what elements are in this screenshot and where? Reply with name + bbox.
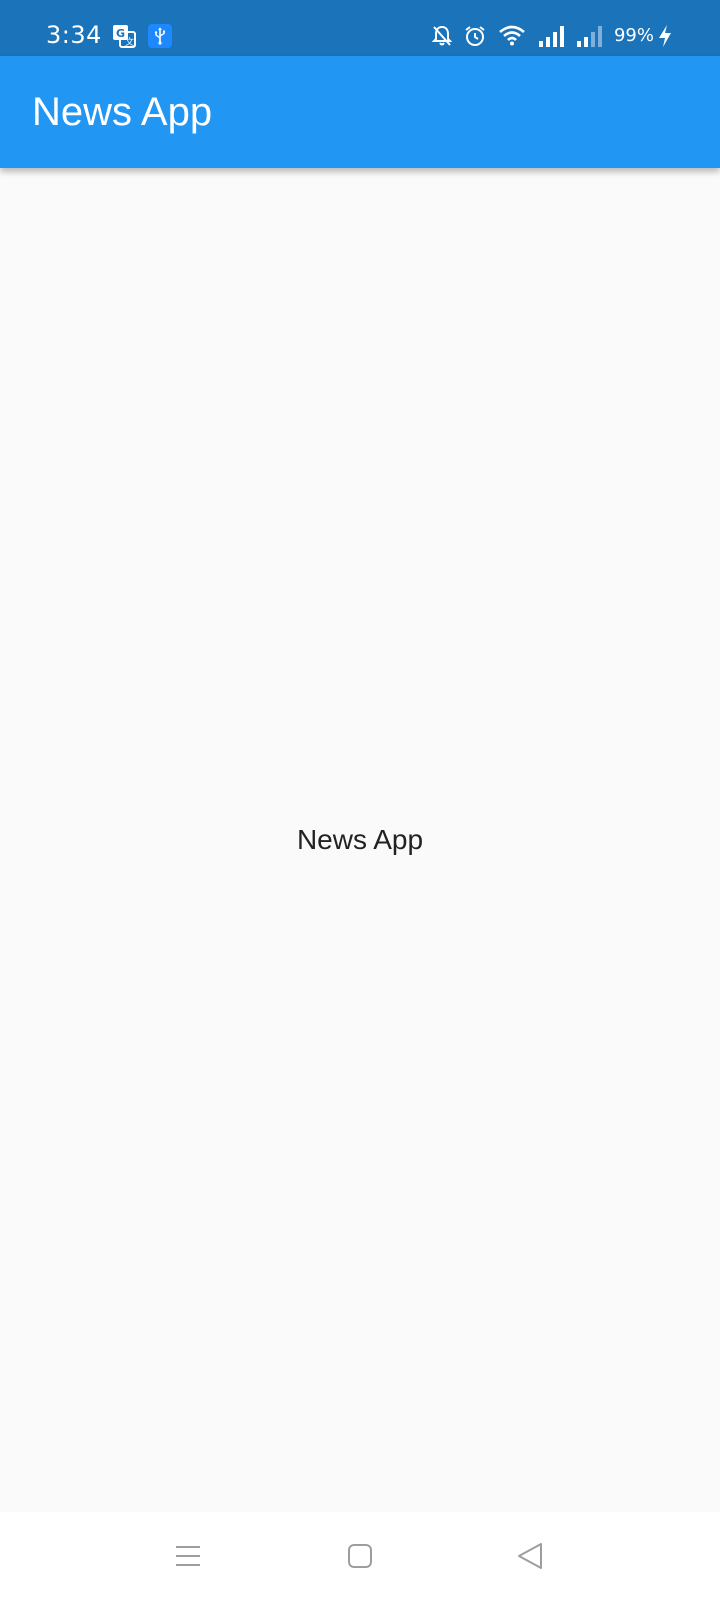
app-bar-title: News App xyxy=(32,90,213,134)
navigation-bar xyxy=(0,1512,720,1600)
back-button[interactable] xyxy=(508,1534,552,1578)
center-title: News App xyxy=(296,824,424,855)
back-icon xyxy=(516,1541,544,1571)
svg-text:文: 文 xyxy=(125,36,134,48)
battery-charging-icon xyxy=(658,24,672,48)
status-bar: 3:34 G 文 99% xyxy=(0,0,720,56)
signal-weak-icon xyxy=(576,25,602,47)
status-left-icons: G 文 xyxy=(112,24,172,48)
usb-icon xyxy=(148,24,172,48)
battery-percent: 99% xyxy=(613,25,654,46)
main-content: News App xyxy=(0,168,720,1512)
svg-text:G: G xyxy=(116,27,125,40)
alarm-icon xyxy=(464,25,486,47)
home-button[interactable] xyxy=(338,1534,382,1578)
translate-icon: G 文 xyxy=(112,24,136,48)
signal-icon xyxy=(538,25,564,47)
app-bar: News App xyxy=(0,56,720,168)
home-icon xyxy=(347,1543,373,1569)
screen: 3:34 G 文 99% News App News App xyxy=(0,0,720,1600)
recents-button[interactable] xyxy=(166,1534,210,1578)
wifi-icon xyxy=(498,25,526,47)
menu-icon xyxy=(174,1544,202,1568)
status-time: 3:34 xyxy=(46,21,102,49)
bell-off-icon xyxy=(431,25,452,47)
status-right-icons: 99% xyxy=(431,22,672,50)
